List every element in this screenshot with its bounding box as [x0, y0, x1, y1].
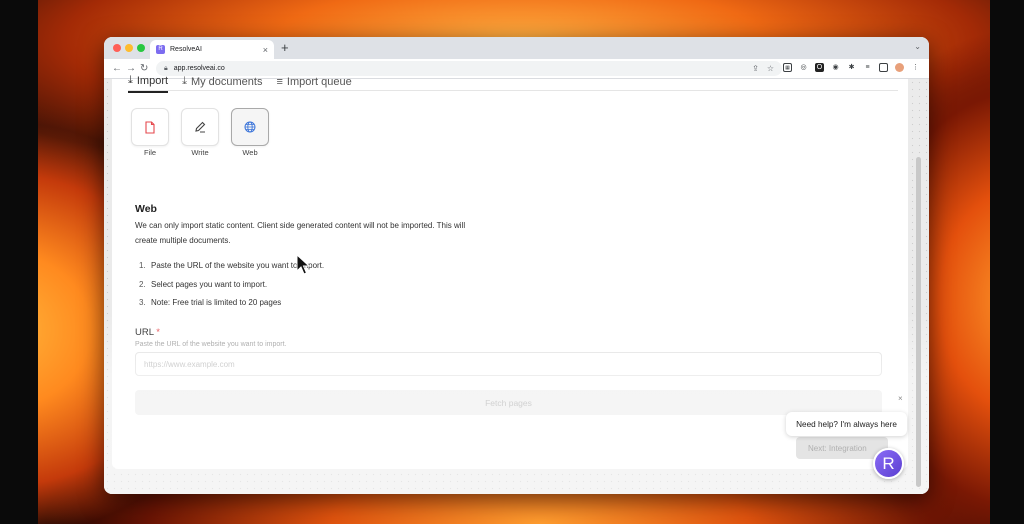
page-scrollbar[interactable]: [914, 79, 923, 493]
fetch-pages-button[interactable]: Fetch pages: [135, 390, 882, 415]
back-arrow-icon[interactable]: ←: [112, 62, 122, 76]
profile-avatar[interactable]: [895, 63, 904, 72]
tab-import-queue-label: Import queue: [286, 75, 352, 88]
web-import-panel: Web We can only import static content. C…: [127, 191, 900, 429]
chat-launcher-button[interactable]: R: [873, 448, 904, 479]
source-file-button[interactable]: [131, 108, 169, 146]
lock-icon: 🔒︎: [164, 64, 168, 72]
reading-list-icon[interactable]: ≡: [863, 63, 872, 72]
close-window-button[interactable]: [113, 44, 121, 52]
tab-import-label: Import: [136, 74, 169, 87]
web-panel-description: We can only import static content. Clien…: [135, 221, 466, 245]
globe-icon: [244, 121, 256, 133]
scrollbar-thumb[interactable]: [916, 157, 921, 487]
tab-search-chevron-icon[interactable]: ⌄: [914, 42, 921, 51]
download-icon: ⤓: [128, 74, 133, 86]
mouse-pointer-icon: [296, 254, 310, 275]
download-icon: ⤓: [182, 75, 187, 87]
resolveai-favicon-icon: R: [156, 45, 165, 54]
pencil-icon: [195, 121, 206, 133]
source-web-button[interactable]: [231, 108, 269, 146]
url-field-label: URL *: [135, 327, 160, 338]
desktop-wallpaper: R ResolveAI × + ⌄ ← → ↻ 🔒︎ app.resolveai…: [0, 0, 1024, 524]
chat-help-bubble[interactable]: Need help? I'm always here: [786, 412, 907, 436]
maximize-window-button[interactable]: [137, 44, 145, 52]
puzzle-extensions-icon[interactable]: ✱: [847, 63, 856, 72]
source-write-label: Write: [191, 148, 209, 157]
required-marker: *: [156, 327, 160, 338]
tab-my-documents-label: My documents: [190, 75, 263, 88]
side-panel-icon[interactable]: [879, 63, 888, 72]
url-field-help: Paste the URL of the website you want to…: [135, 341, 287, 348]
video-letterbox-left: [0, 0, 38, 524]
extension-icon-3[interactable]: O: [815, 63, 824, 72]
share-icon[interactable]: ⇪: [752, 64, 759, 73]
close-icon[interactable]: ×: [898, 394, 903, 403]
list-item: 3. Note: Free trial is limited to 20 page…: [139, 298, 282, 307]
import-page: ⤓ Import ⤓ My documents ≡ Import queue F…: [112, 74, 908, 469]
list-item: 2. Select pages you want to import.: [139, 279, 268, 289]
nav-divider: [128, 90, 898, 91]
qr-extension-icon[interactable]: ▦: [783, 63, 792, 72]
tab-close-icon[interactable]: ×: [263, 45, 268, 55]
list-icon: ≡: [276, 75, 283, 88]
browser-tab-active[interactable]: R ResolveAI ×: [150, 40, 274, 59]
url-input[interactable]: [135, 352, 882, 376]
source-file-label: File: [143, 148, 157, 157]
address-bar-url: app.resolveai.co: [173, 65, 225, 72]
file-icon: [145, 120, 155, 134]
new-tab-plus-icon[interactable]: +: [281, 40, 289, 56]
source-write-button[interactable]: [181, 108, 219, 146]
video-letterbox-right: [990, 0, 1024, 524]
extension-icon-4[interactable]: ◉: [831, 63, 840, 72]
browser-tabbar: R ResolveAI × + ⌄: [104, 37, 929, 59]
minimize-window-button[interactable]: [125, 44, 133, 52]
web-panel-title: Web: [135, 203, 157, 215]
tab-title: ResolveAI: [170, 46, 202, 53]
source-web-label: Web: [242, 148, 258, 157]
kebab-menu-icon[interactable]: ⋮: [911, 63, 920, 72]
bookmark-star-icon[interactable]: ☆: [767, 64, 774, 73]
extension-icon-2[interactable]: ◎: [799, 63, 808, 72]
